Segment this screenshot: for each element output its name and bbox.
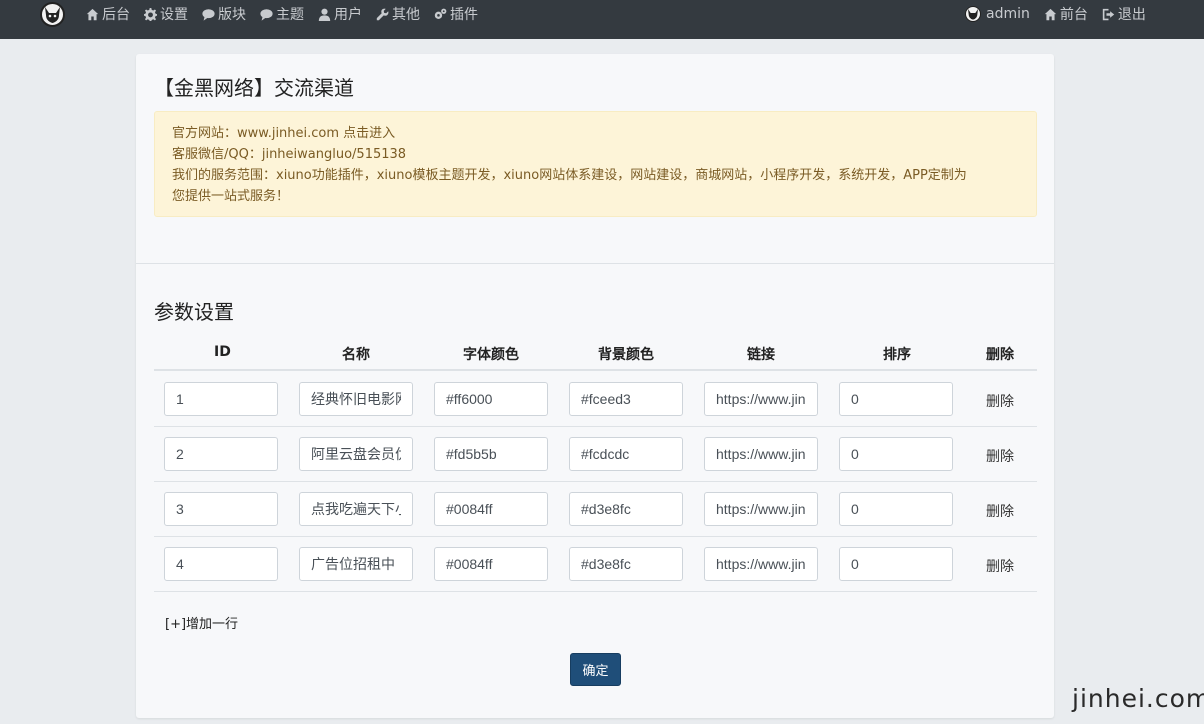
nav-item-threads[interactable]: 主题 — [260, 4, 304, 24]
col-header-link: 链接 — [747, 347, 775, 363]
name-input[interactable] — [299, 437, 413, 471]
id-input[interactable] — [164, 547, 278, 581]
col-header-sort: 排序 — [883, 347, 911, 363]
logo[interactable] — [40, 2, 65, 27]
table-row: 删除 — [154, 482, 1037, 537]
link-input[interactable] — [704, 382, 818, 416]
nav-item-frontend[interactable]: 前台 — [1044, 4, 1088, 24]
nav-item-label: 后台 — [102, 7, 130, 23]
table-row: 删除 — [154, 427, 1037, 482]
nav-item-label: 设置 — [160, 7, 188, 23]
table-row: 删除 — [154, 372, 1037, 427]
font-color-input[interactable] — [434, 382, 548, 416]
nav-item-backend[interactable]: 后台 — [86, 4, 130, 24]
user-icon — [318, 8, 331, 21]
id-input[interactable] — [164, 437, 278, 471]
nav-item-admin[interactable]: admin — [965, 6, 1030, 22]
sort-input[interactable] — [839, 492, 953, 526]
bg-color-input[interactable] — [569, 547, 683, 581]
nav-item-other[interactable]: 其他 — [376, 4, 420, 24]
table-row: 删除 — [154, 537, 1037, 592]
nav-item-label: 退出 — [1117, 7, 1146, 23]
nav-item-label: 主题 — [276, 7, 304, 23]
nav-item-settings[interactable]: 设置 — [144, 4, 188, 24]
sort-input[interactable] — [839, 382, 953, 416]
col-header-name: 名称 — [342, 347, 370, 363]
card-title: 【金黑网络】交流渠道 — [154, 76, 354, 100]
divider — [136, 263, 1054, 264]
link-input[interactable] — [704, 547, 818, 581]
font-color-input[interactable] — [434, 437, 548, 471]
gear-icon — [144, 7, 157, 21]
nav-item-users[interactable]: 用户 — [318, 4, 362, 24]
nav-item-label: 插件 — [450, 7, 478, 23]
delete-row-link[interactable]: 删除 — [986, 501, 1014, 521]
nav-item-plugins[interactable]: 插件 — [434, 4, 478, 24]
nav-item-label: 前台 — [1059, 7, 1088, 23]
name-input[interactable] — [299, 382, 413, 416]
bg-color-input[interactable] — [569, 437, 683, 471]
alert-line-website[interactable]: 官方网站：www.jinhei.com 点击进入 — [172, 123, 1019, 144]
nav-item-label: 其他 — [392, 7, 420, 23]
link-input[interactable] — [704, 492, 818, 526]
delete-row-link[interactable]: 删除 — [986, 446, 1014, 466]
id-input[interactable] — [164, 492, 278, 526]
delete-row-link[interactable]: 删除 — [986, 391, 1014, 411]
settings-card: 【金黑网络】交流渠道 官方网站：www.jinhei.com 点击进入 客服微信… — [136, 54, 1054, 718]
add-row-link[interactable]: [+]增加一行 — [165, 613, 238, 632]
id-input[interactable] — [164, 382, 278, 416]
alert-line-services-cont: 您提供一站式服务！ — [172, 189, 290, 204]
nav-item-logout[interactable]: 退出 — [1102, 4, 1146, 24]
nav-item-label: admin — [986, 6, 1030, 22]
gears-icon — [434, 8, 447, 21]
font-color-input[interactable] — [434, 492, 548, 526]
top-navbar: 后台 设置 版块 主题 用户 其他 插件 admin 前台 退出 — [0, 0, 1204, 39]
confirm-button[interactable]: 确定 — [570, 653, 621, 686]
alert-line-services: 我们的服务范围：xiuno功能插件，xiuno模板主题开发，xiuno网站体系建… — [172, 168, 967, 183]
watermark: jinhei.com — [1072, 684, 1204, 713]
col-header-delete: 删除 — [986, 347, 1014, 363]
logo-icon — [45, 7, 60, 23]
nav-left: 后台 设置 版块 主题 用户 其他 插件 — [86, 0, 492, 28]
sort-input[interactable] — [839, 547, 953, 581]
alert-line-contact: 客服微信/QQ：jinheiwangluo/515138 — [172, 147, 407, 162]
comment-icon — [202, 8, 215, 21]
nav-item-label: 版块 — [218, 7, 246, 23]
comment-icon — [260, 8, 273, 21]
font-color-input[interactable] — [434, 547, 548, 581]
nav-item-forums[interactable]: 版块 — [202, 4, 246, 24]
bg-color-input[interactable] — [569, 382, 683, 416]
col-header-font-color: 字体颜色 — [463, 347, 519, 363]
delete-row-link[interactable]: 删除 — [986, 556, 1014, 576]
avatar — [965, 6, 981, 22]
wrench-icon — [376, 8, 389, 21]
info-alert: 官方网站：www.jinhei.com 点击进入 客服微信/QQ：jinheiw… — [154, 111, 1037, 217]
name-input[interactable] — [299, 547, 413, 581]
link-input[interactable] — [704, 437, 818, 471]
home-icon — [86, 8, 99, 21]
col-header-id: ID — [214, 344, 231, 360]
sort-input[interactable] — [839, 437, 953, 471]
logout-icon — [1102, 8, 1115, 21]
nav-item-label: 用户 — [334, 7, 362, 23]
section-title: 参数设置 — [154, 300, 234, 324]
bg-color-input[interactable] — [569, 492, 683, 526]
table-header: ID 名称 字体颜色 背景颜色 链接 排序 删除 — [154, 337, 1037, 371]
name-input[interactable] — [299, 492, 413, 526]
home-icon — [1044, 8, 1057, 21]
col-header-bg-color: 背景颜色 — [598, 347, 654, 363]
nav-right: admin 前台 退出 — [965, 0, 1160, 28]
